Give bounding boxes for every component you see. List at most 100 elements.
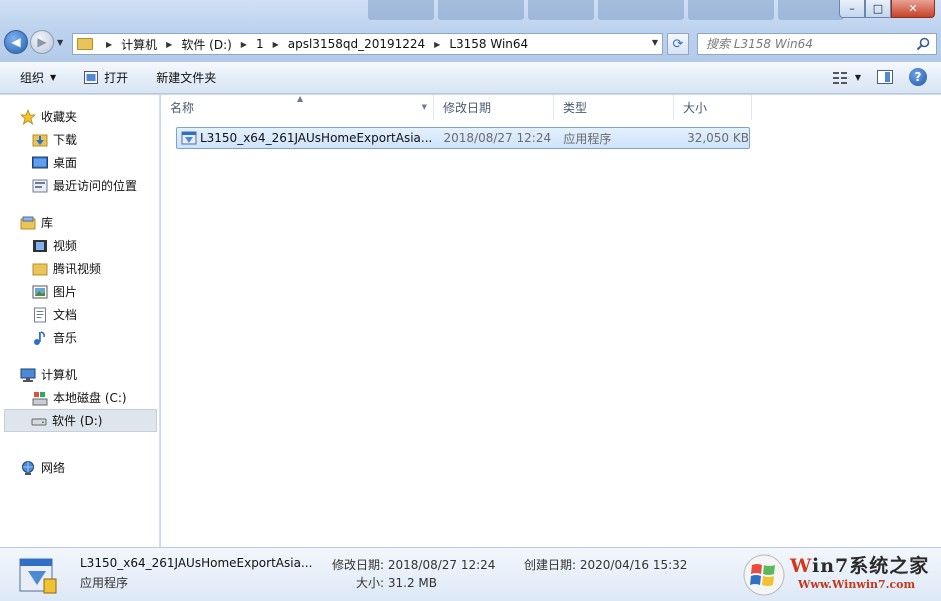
background-tab [528, 0, 594, 20]
computer-group: 计算机 本地磁盘 (C:) 软件 (D:) [0, 363, 159, 432]
libraries-group: 库 视频 腾讯视频 图片 文档 音乐 [0, 211, 159, 349]
view-controls: ▼ ? [832, 68, 927, 86]
new-folder-label: 新建文件夹 [156, 71, 217, 85]
chevron-right-icon: ▶ [240, 39, 247, 49]
new-folder-button[interactable]: 新建文件夹 [156, 69, 216, 86]
sidebar-item-computer[interactable]: 计算机 [0, 363, 159, 386]
chevron-right-icon: ▶ [166, 39, 173, 49]
navigation-buttons: ◀ ▶ ▼ [4, 30, 63, 54]
sidebar-item-label: 最近访问的位置 [53, 179, 138, 193]
background-tab [598, 0, 684, 20]
sidebar-item-network[interactable]: 网络 [0, 456, 159, 479]
refresh-button[interactable]: ⟳ [667, 33, 689, 55]
folder-icon [77, 38, 93, 50]
maximize-button[interactable]: □ [865, 0, 891, 18]
search-input[interactable] [706, 37, 906, 51]
change-view-button[interactable]: ▼ [832, 71, 861, 84]
sidebar-item-videos[interactable]: 视频 [0, 234, 159, 257]
sidebar-item-tencent-video[interactable]: 腾讯视频 [0, 257, 159, 280]
breadcrumb-item[interactable]: apsl3158qd_20191224 ▶ [288, 37, 450, 51]
sidebar-item-favorites[interactable]: 收藏夹 [0, 105, 159, 128]
search-icon[interactable] [916, 37, 930, 51]
folder-icon [32, 263, 48, 275]
sidebar-item-label: 腾讯视频 [53, 262, 102, 276]
chevron-right-icon: ▶ [434, 39, 441, 49]
background-tab [438, 0, 524, 20]
sidebar-item-desktop[interactable]: 桌面 [0, 151, 159, 174]
recent-pages-dropdown-icon[interactable]: ▼ [57, 38, 63, 47]
breadcrumb-item[interactable]: L3158 Win64 [449, 37, 528, 51]
preview-pane-icon[interactable] [877, 70, 893, 84]
sidebar-item-label: 下载 [53, 133, 78, 147]
file-size: 32,050 KB [687, 131, 749, 145]
column-type[interactable]: 类型 [554, 95, 674, 120]
column-size[interactable]: 大小 [674, 95, 752, 120]
sidebar-item-libraries[interactable]: 库 [0, 211, 159, 234]
minimize-button[interactable]: – [839, 0, 865, 18]
chevron-right-icon: ▶ [272, 39, 279, 49]
downloads-folder-icon [32, 134, 48, 146]
watermark-w: W [790, 555, 813, 577]
sidebar-item-label: 视频 [53, 239, 78, 253]
column-label: 修改日期 [443, 101, 492, 115]
details-file-name: L3150_x64_261JAUsHomeExportAsia... [80, 556, 313, 570]
back-button[interactable]: ◀ [4, 30, 28, 54]
installer-large-icon [19, 558, 57, 594]
music-icon [34, 330, 45, 345]
sidebar-item-downloads[interactable]: 下载 [0, 128, 159, 151]
watermark-in7: in7 [812, 555, 850, 577]
file-type: 应用程序 [563, 131, 612, 146]
system-drive-icon [32, 391, 48, 405]
documents-icon [34, 307, 46, 322]
address-bar[interactable]: ▶ 计算机 ▶ 软件 (D:) ▶ 1 ▶ apsl3158qd_20191224 ▶ … [72, 33, 663, 55]
address-dropdown-icon[interactable]: ▼ [652, 38, 658, 47]
sidebar-item-software-d[interactable]: 软件 (D:) [4, 409, 157, 432]
breadcrumb-item[interactable]: 1 ▶ [256, 37, 288, 51]
network-icon [22, 460, 34, 475]
windows-logo-icon [743, 554, 785, 596]
breadcrumb-item[interactable]: 软件 (D:) ▶ [181, 36, 256, 53]
sidebar-item-local-disk-c[interactable]: 本地磁盘 (C:) [0, 386, 159, 409]
breadcrumb-separator[interactable]: ▶ [97, 40, 121, 49]
sidebar-item-label: 软件 (D:) [52, 414, 103, 428]
background-tab [688, 0, 774, 20]
breadcrumb-item[interactable]: 计算机 ▶ [121, 36, 181, 53]
sidebar-item-label: 网络 [41, 461, 66, 475]
title-bar: – □ ✕ ◀ ▶ ▼ ▶ 计算机 ▶ 软件 (D:) ▶ 1 ▶ apsl3158q… [0, 0, 941, 62]
organize-button[interactable]: 组织 ▼ [20, 69, 56, 86]
column-date[interactable]: 修改日期 [434, 95, 554, 120]
sidebar-item-label: 音乐 [53, 331, 78, 345]
window-controls: – □ ✕ [839, 0, 935, 18]
forward-button[interactable]: ▶ [30, 30, 54, 54]
open-button[interactable]: 打开 [84, 69, 128, 86]
file-row[interactable]: L3150_x64_261JAUsHomeExportAsia... 2018/… [176, 127, 750, 149]
sidebar-item-pictures[interactable]: 图片 [0, 280, 159, 303]
details-created: 创建日期: 2020/04/16 15:32 [524, 558, 688, 572]
search-box[interactable] [697, 33, 937, 55]
desktop-icon [32, 156, 48, 168]
file-date: 2018/08/27 12:24 [443, 131, 552, 145]
column-label: 名称 [170, 101, 195, 115]
sidebar-item-label: 桌面 [53, 156, 78, 170]
favorites-group: 收藏夹 下载 桌面 最近访问的位置 [0, 105, 159, 197]
sidebar-item-recent-places[interactable]: 最近访问的位置 [0, 174, 159, 197]
chevron-down-icon: ▼ [50, 73, 57, 82]
chevron-down-icon[interactable]: ▼ [422, 103, 427, 111]
sidebar-item-documents[interactable]: 文档 [0, 303, 159, 326]
sidebar-item-music[interactable]: 音乐 [0, 326, 159, 349]
background-tab [778, 0, 844, 20]
navigation-pane: 收藏夹 下载 桌面 最近访问的位置 库 视频 腾讯视频 图片 文档 音乐 计算机… [0, 95, 160, 547]
watermark-suffix: 系统之家 [849, 555, 930, 577]
computer-icon [20, 368, 36, 382]
chevron-right-icon: ▶ [106, 39, 113, 49]
details-view-icon [832, 71, 847, 84]
help-icon[interactable]: ? [909, 68, 927, 86]
breadcrumb-label: apsl3158qd_20191224 [287, 37, 426, 51]
column-name[interactable]: ▲ 名称 ▼ [161, 94, 434, 120]
close-button[interactable]: ✕ [891, 0, 935, 18]
refresh-icon: ⟳ [672, 36, 684, 52]
file-name: L3150_x64_261JAUsHomeExportAsia... [199, 131, 433, 145]
open-app-icon [84, 71, 99, 84]
breadcrumb-label: 1 [255, 37, 264, 51]
details-modified: 修改日期: 2018/08/27 12:24 [332, 558, 496, 572]
